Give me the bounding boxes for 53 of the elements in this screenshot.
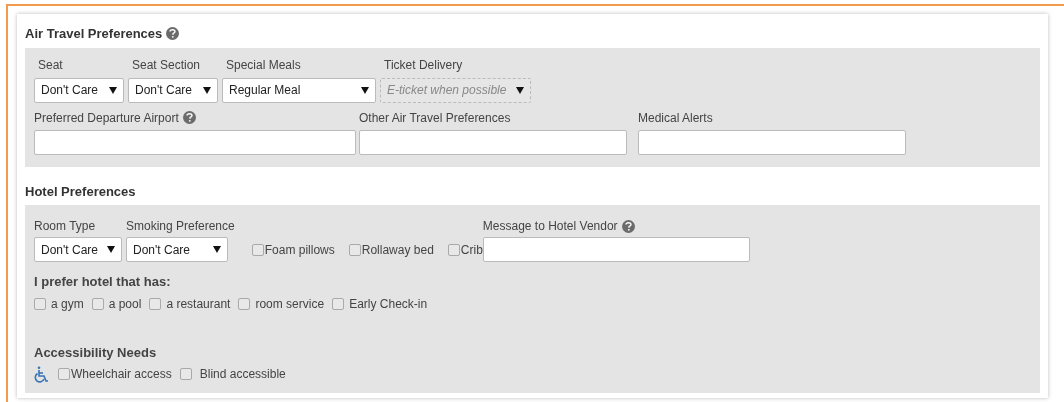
input-field[interactable] (638, 129, 906, 155)
input-field[interactable] (482, 237, 750, 262)
checkbox[interactable] (447, 243, 460, 256)
checkbox[interactable] (238, 297, 251, 310)
checkbox-option[interactable]: a gym (34, 294, 84, 313)
checkbox-option[interactable]: a restaurant (149, 294, 231, 313)
section-title: Hotel Preferences (25, 182, 137, 201)
help-icon[interactable] (166, 27, 180, 41)
checkbox-option[interactable]: Early Check-in (332, 294, 428, 313)
field-label: Special Meals (225, 56, 302, 74)
section-title: Air Travel Preferences (25, 25, 163, 43)
input-field[interactable] (34, 129, 356, 155)
caret-icon (213, 246, 221, 253)
checkbox[interactable] (58, 368, 70, 380)
checkbox[interactable] (179, 368, 192, 380)
field-label: Seat (37, 56, 64, 74)
dropdown[interactable]: Regular Meal (222, 77, 376, 103)
caret-icon (203, 86, 211, 94)
checkbox-option[interactable]: Wheelchair access (58, 365, 172, 383)
checkbox-option[interactable]: Crib (447, 240, 483, 259)
field-label: Preferred Departure Airport (34, 109, 179, 127)
checkbox[interactable] (251, 243, 264, 256)
dropdown[interactable]: Don't Care (34, 237, 122, 262)
dropdown[interactable]: Don't Care (128, 77, 218, 103)
caret-icon (361, 86, 369, 94)
help-icon[interactable] (621, 219, 635, 233)
field-label: Message to Hotel Vendor (482, 218, 618, 235)
input-field[interactable] (359, 129, 627, 155)
wheelchair-icon (34, 365, 50, 383)
dropdown[interactable]: Don't Care (126, 237, 228, 262)
field-label: Smoking Preference (126, 218, 235, 235)
group-heading: Accessibility Needs (34, 343, 158, 362)
caret-icon (107, 246, 115, 253)
help-icon[interactable] (182, 111, 196, 124)
field-label: Seat Section (131, 56, 202, 74)
checkbox[interactable] (34, 297, 46, 310)
checkbox[interactable] (348, 243, 361, 256)
group-heading: I prefer hotel that has: (34, 273, 172, 291)
caret-icon (109, 86, 117, 94)
checkbox[interactable] (91, 297, 104, 310)
checkbox-option[interactable]: Blind accessible (179, 365, 286, 383)
field-label: Room Type (34, 218, 97, 235)
checkbox[interactable] (149, 297, 162, 310)
checkbox-option[interactable]: a pool (91, 294, 142, 313)
checkbox-option[interactable]: Rollaway bed (348, 240, 434, 259)
checkbox[interactable] (332, 297, 345, 310)
checkbox-option[interactable]: Foam pillows (251, 240, 335, 259)
dropdown[interactable]: Don't Care (34, 77, 124, 103)
field-label: Ticket Delivery (383, 56, 464, 74)
field-label: Other Air Travel Preferences (359, 109, 511, 127)
caret-icon (516, 86, 524, 94)
checkbox-option[interactable]: room service (238, 294, 325, 313)
field-label: Medical Alerts (638, 109, 713, 127)
